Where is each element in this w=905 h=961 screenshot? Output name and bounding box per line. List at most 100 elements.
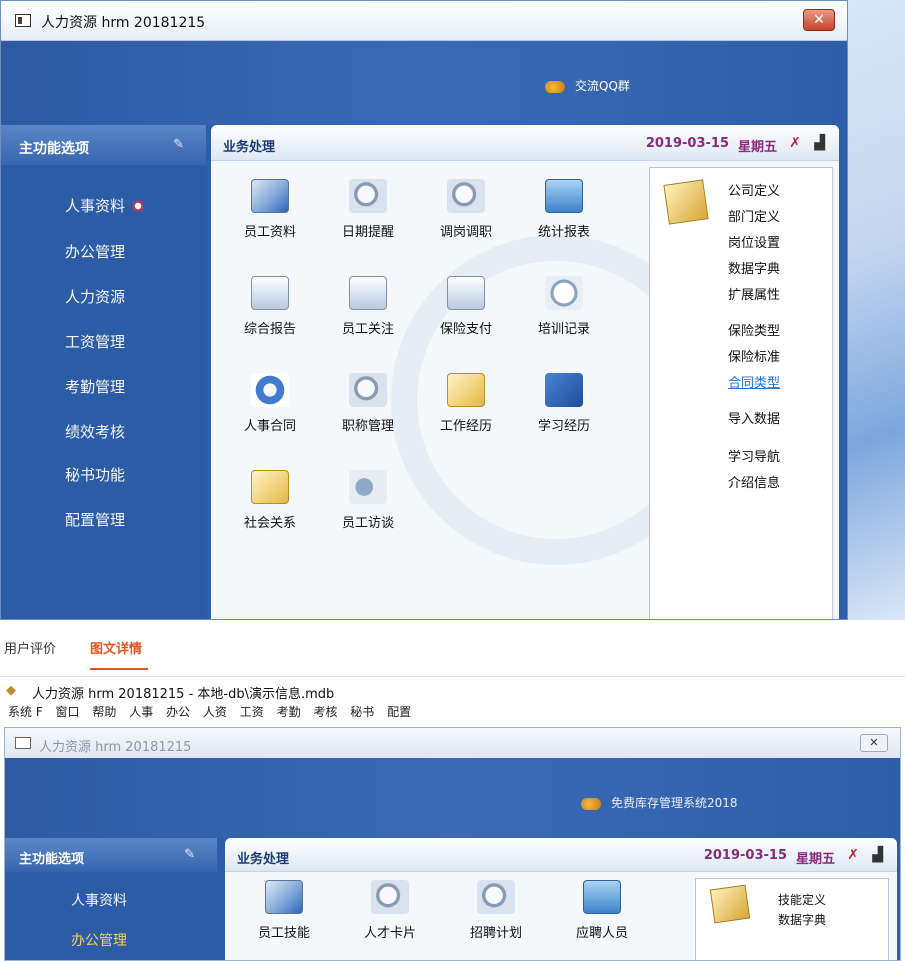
tile-label: 职称管理 — [341, 419, 394, 434]
function-tile[interactable]: 保险支付 — [421, 276, 511, 337]
app-window-2: ◆ 人力资源 hrm 20181215 - 本地-db\演示信息.mdb 系统 … — [0, 676, 905, 961]
mag-icon — [371, 880, 409, 914]
menu-secretary[interactable]: 秘书 — [350, 705, 374, 719]
tile-label: 员工关注 — [341, 322, 394, 337]
main-panel: 业务处理 2019-03-15 星期五 ✗ ▟ 员工资料 日期提醒 调岗调职 统计报表… — [211, 125, 839, 619]
pin-icon[interactable]: ✎ — [173, 137, 184, 152]
menu-help[interactable]: 帮助 — [92, 705, 116, 719]
close-button[interactable]: ✕ — [860, 734, 888, 752]
function-tile[interactable]: 员工关注 — [323, 276, 413, 337]
menu-system[interactable]: 系统 F — [8, 705, 43, 719]
clock-icon — [545, 276, 583, 310]
window-icon[interactable] — [15, 737, 31, 749]
tile-label: 员工访谈 — [341, 516, 394, 531]
menu-salary[interactable]: 工资 — [240, 705, 264, 719]
link-data-dictionary[interactable]: 数据字典 — [728, 258, 780, 277]
sidebar-item-salary[interactable]: 工资管理 — [65, 331, 125, 352]
page-icon — [251, 276, 289, 310]
function-tile[interactable]: 员工资料 — [225, 179, 315, 240]
function-tile[interactable]: 员工技能 — [239, 880, 329, 941]
menu-config[interactable]: 配置 — [387, 705, 411, 719]
quick-links-panel: 技能定义 数据字典 — [695, 878, 889, 960]
function-tile[interactable]: 工作经历 — [421, 373, 511, 434]
function-tile[interactable]: 人才卡片 — [345, 880, 435, 941]
qq-group-link[interactable]: 交流QQ群 — [545, 77, 630, 94]
function-tile[interactable]: 招聘计划 — [451, 880, 541, 941]
main-window: 人力资源 hrm 20181215 ✕ 交流QQ群 主功能选项 ✎ 人事资料 办… — [0, 0, 848, 620]
main-title: 业务处理 — [223, 140, 276, 155]
gear-icon — [251, 373, 289, 407]
link-department-definition[interactable]: 部门定义 — [728, 206, 780, 225]
link-position-settings[interactable]: 岗位设置 — [728, 232, 780, 251]
tile-label: 应聘人员 — [575, 926, 628, 941]
inner-window: 人力资源 hrm 20181215 ✕ 免费库存管理系统2018 主功能选项 ✎… — [4, 727, 901, 961]
function-tile[interactable]: 人事合同 — [225, 373, 315, 434]
function-tile[interactable]: 统计报表 — [519, 179, 609, 240]
tab-reviews[interactable]: 用户评价 — [4, 638, 56, 657]
inventory-link[interactable]: 免费库存管理系统2018 — [581, 794, 738, 811]
product-tabs: 用户评价 图文详情 — [0, 620, 905, 674]
menu-window[interactable]: 窗口 — [56, 705, 80, 719]
function-tile[interactable]: 综合报告 — [225, 276, 315, 337]
link-introduction[interactable]: 介绍信息 — [728, 472, 780, 491]
tile-label: 综合报告 — [243, 322, 296, 337]
sidebar-item-personnel[interactable]: 人事资料 — [65, 195, 146, 216]
link-import-data[interactable]: 导入数据 — [728, 408, 780, 427]
sidebar-item-attendance[interactable]: 考勤管理 — [65, 376, 125, 397]
function-tile[interactable]: 培训记录 — [519, 276, 609, 337]
tile-label: 培训记录 — [537, 322, 590, 337]
menu-assessment[interactable]: 考核 — [313, 705, 337, 719]
sidebar-item-secretary[interactable]: 秘书功能 — [65, 464, 125, 485]
function-tile[interactable]: 调岗调职 — [421, 179, 511, 240]
sidebar-header: 主功能选项 ✎ — [1, 125, 206, 165]
sidebar-item-personnel[interactable]: 人事资料 — [71, 890, 127, 910]
sidebar-item-performance[interactable]: 绩效考核 — [65, 421, 125, 442]
link-contract-type[interactable]: 合同类型 — [728, 372, 780, 391]
function-tile[interactable]: 员工访谈 — [323, 470, 413, 531]
tools-icon[interactable]: ✗ — [847, 847, 859, 863]
sidebar-item-office[interactable]: 办公管理 — [71, 930, 127, 950]
link-extended-attributes[interactable]: 扩展属性 — [728, 284, 780, 303]
note-icon — [447, 373, 485, 407]
tab-details[interactable]: 图文详情 — [90, 638, 142, 657]
calc-icon — [545, 179, 583, 213]
function-tile[interactable]: 职称管理 — [323, 373, 413, 434]
tile-label: 调岗调职 — [439, 225, 492, 240]
banner: 交流QQ群 — [1, 41, 847, 125]
sidebar-item-hr[interactable]: 人力资源 — [65, 286, 125, 307]
desktop-background — [848, 0, 905, 620]
menu-bar: 系统 F 窗口 帮助 人事 办公 人资 工资 考勤 考核 秘书 配置 — [8, 703, 420, 720]
sidebar-item-office[interactable]: 办公管理 — [65, 241, 125, 262]
page-icon — [349, 276, 387, 310]
link-skill-definition[interactable]: 技能定义 — [778, 891, 826, 908]
menu-personnel[interactable]: 人事 — [129, 705, 153, 719]
date-label: 2019-03-15 — [645, 136, 729, 151]
tile-label: 人事合同 — [243, 419, 296, 434]
pin-icon[interactable]: ✎ — [184, 847, 195, 862]
link-insurance-standard[interactable]: 保险标准 — [728, 346, 780, 365]
function-tile[interactable]: 日期提醒 — [323, 179, 413, 240]
title-bar: 人力资源 hrm 20181215 ✕ — [1, 1, 847, 41]
sidebar-item-config[interactable]: 配置管理 — [65, 509, 125, 530]
close-button[interactable]: ✕ — [803, 9, 835, 31]
tools-icon[interactable]: ✗ — [789, 135, 801, 151]
link-insurance-type[interactable]: 保险类型 — [728, 320, 780, 339]
app-icon: ◆ — [6, 683, 16, 698]
link-learning-guide[interactable]: 学习导航 — [728, 446, 780, 465]
menu-hr[interactable]: 人资 — [203, 705, 227, 719]
window-icon[interactable] — [15, 14, 31, 27]
menu-attendance[interactable]: 考勤 — [277, 705, 301, 719]
function-tile[interactable]: 应聘人员 — [557, 880, 647, 941]
handshake-icon — [545, 80, 565, 93]
chart-icon[interactable]: ▟ — [872, 847, 883, 863]
active-tab-underline — [90, 668, 148, 670]
chart-icon[interactable]: ▟ — [814, 135, 825, 151]
function-tile[interactable]: 社会关系 — [225, 470, 315, 531]
link-company-definition[interactable]: 公司定义 — [728, 180, 780, 199]
menu-office[interactable]: 办公 — [166, 705, 190, 719]
function-tile[interactable]: 学习经历 — [519, 373, 609, 434]
tile-label: 招聘计划 — [469, 926, 522, 941]
mag-icon — [447, 179, 485, 213]
inner-title-bar: 人力资源 hrm 20181215 ✕ — [5, 728, 900, 758]
link-data-dictionary[interactable]: 数据字典 — [778, 911, 826, 928]
